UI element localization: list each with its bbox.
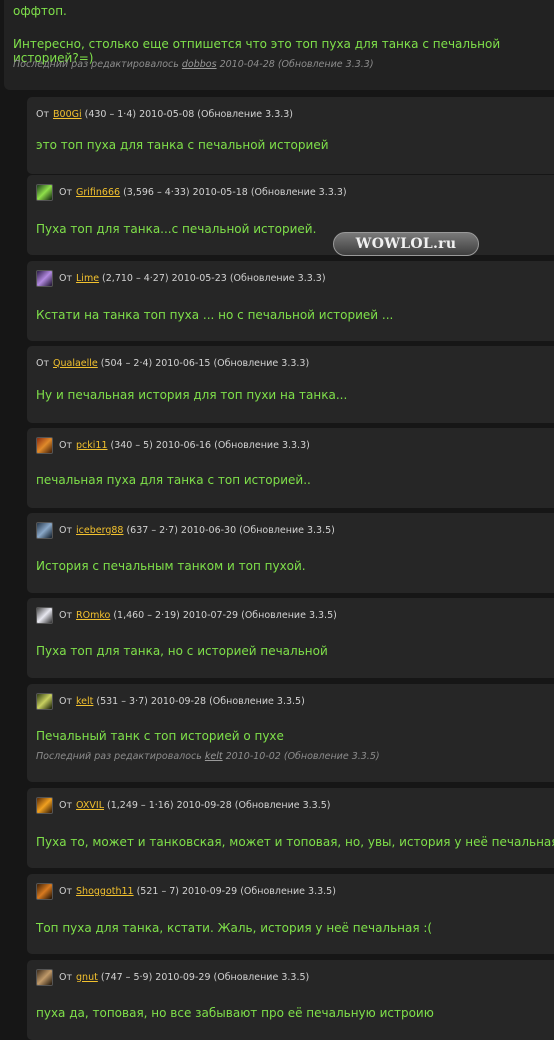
avatar-icon[interactable]: [36, 692, 53, 710]
username-link[interactable]: Qualaelle: [53, 358, 98, 369]
user-stats: (504 – 2·4): [100, 357, 153, 369]
reply-post: От Shoggoth11 (521 – 7) 2010-09-29 (Обно…: [27, 874, 554, 954]
post-header: От ROmko (1,460 – 2·19) 2010-07-29 (Обно…: [36, 604, 337, 626]
username-link[interactable]: Shoggoth11: [76, 886, 134, 897]
post-header: От pcki11 (340 – 5) 2010-06-16 (Обновлен…: [36, 434, 310, 456]
edit-note: Последний раз редактировалось kelt 2010-…: [36, 751, 380, 762]
post-text: Пуха топ для танка, но с историей печаль…: [36, 644, 328, 658]
avatar-icon[interactable]: [36, 183, 53, 201]
post-text: Топ пуха для танка, кстати. Жаль, истори…: [36, 921, 433, 935]
post-date: 2010-05-08 (Обновление 3.3.3): [139, 108, 294, 120]
post-date: 2010-05-18 (Обновление 3.3.3): [192, 186, 347, 198]
user-stats: (2,710 – 4·27): [102, 272, 169, 284]
watermark-logo: WOWLOL.ru: [333, 232, 479, 256]
username-link[interactable]: B00Gi: [53, 109, 82, 120]
from-label: От: [59, 439, 73, 451]
post-header: От kelt (531 – 3·7) 2010-09-28 (Обновлен…: [36, 690, 305, 712]
reply-post: От Lime (2,710 – 4·27) 2010-05-23 (Обнов…: [27, 261, 554, 341]
reply-post: От iceberg88 (637 – 2·7) 2010-06-30 (Обн…: [27, 513, 554, 593]
user-stats: (3,596 – 4·33): [123, 186, 190, 198]
user-stats: (747 – 5·9): [100, 971, 153, 983]
post-text: Печальный танк с топ историей о пухе: [36, 729, 284, 743]
user-stats: (521 – 7): [136, 885, 179, 897]
post-date: 2010-05-23 (Обновление 3.3.3): [171, 272, 326, 284]
post-text: это топ пуха для танка с печальной истор…: [36, 138, 329, 152]
post-date: 2010-07-29 (Обновление 3.3.5): [182, 609, 337, 621]
avatar-icon[interactable]: [36, 968, 53, 986]
reply-post: От ROmko (1,460 – 2·19) 2010-07-29 (Обно…: [27, 598, 554, 678]
post-date: 2010-09-29 (Обновление 3.3.5): [181, 885, 336, 897]
post-text: История с печальным танком и топ пухой.: [36, 559, 306, 573]
user-stats: (531 – 3·7): [96, 695, 148, 707]
from-label: От: [59, 609, 73, 621]
avatar-icon[interactable]: [36, 436, 53, 454]
post-header: От gnut (747 – 5·9) 2010-09-29 (Обновлен…: [36, 966, 309, 988]
from-label: От: [59, 272, 73, 284]
username-link[interactable]: Lime: [76, 273, 99, 284]
username-link[interactable]: kelt: [76, 696, 93, 707]
from-label: От: [59, 971, 73, 983]
post-header: От Lime (2,710 – 4·27) 2010-05-23 (Обнов…: [36, 267, 326, 289]
post-date: 2010-09-28 (Обновление 3.3.5): [150, 695, 305, 707]
post-text: Пуха то, может и танковская, может и топ…: [36, 835, 554, 849]
username-link[interactable]: pcki11: [76, 440, 107, 451]
post-date: 2010-06-30 (Обновление 3.3.5): [180, 524, 335, 536]
avatar-icon[interactable]: [36, 796, 53, 814]
top-post: оффтоп. Интересно, столько еще отпишется…: [4, 0, 554, 90]
reply-post: От kelt (531 – 3·7) 2010-09-28 (Обновлен…: [27, 684, 554, 782]
editor-link[interactable]: dobbos: [182, 59, 217, 70]
reply-post: От OXVIL (1,249 – 1·16) 2010-09-28 (Обно…: [27, 788, 554, 868]
from-label: От: [59, 186, 73, 198]
edit-note-date: 2010-10-02 (Обновление 3.3.5): [225, 751, 380, 762]
edit-note-prefix: Последний раз редактировалось: [36, 751, 202, 762]
post-header: От Grifin666 (3,596 – 4·33) 2010-05-18 (…: [36, 181, 347, 203]
from-label: От: [59, 695, 73, 707]
post-header: От Qualaelle (504 – 2·4) 2010-06-15 (Обн…: [36, 352, 309, 374]
username-link[interactable]: OXVIL: [76, 800, 104, 811]
from-label: От: [36, 357, 50, 369]
user-stats: (1,249 – 1·16): [107, 799, 174, 811]
user-stats: (340 – 5): [110, 439, 153, 451]
from-label: От: [36, 108, 50, 120]
username-link[interactable]: Grifin666: [76, 187, 120, 198]
user-stats: (430 – 1·4): [84, 108, 137, 120]
edit-note: Последний раз редактировалось dobbos 201…: [13, 59, 374, 70]
username-link[interactable]: iceberg88: [76, 525, 123, 536]
post-text: Кстати на танка топ пуха ... но с печаль…: [36, 308, 394, 322]
editor-link[interactable]: kelt: [205, 751, 223, 762]
post-text: пуха да, топовая, но все забывают про её…: [36, 1006, 434, 1020]
post-date: 2010-09-28 (Обновление 3.3.5): [176, 799, 331, 811]
post-header: От OXVIL (1,249 – 1·16) 2010-09-28 (Обно…: [36, 794, 331, 816]
from-label: От: [59, 524, 73, 536]
post-date: 2010-06-15 (Обновление 3.3.3): [155, 357, 310, 369]
post-header: От B00Gi (430 – 1·4) 2010-05-08 (Обновле…: [36, 103, 293, 125]
post-date: 2010-06-16 (Обновление 3.3.3): [155, 439, 310, 451]
avatar-icon[interactable]: [36, 521, 53, 539]
avatar-icon[interactable]: [36, 269, 53, 287]
username-link[interactable]: ROmko: [76, 610, 110, 621]
post-text: печальная пуха для танка с топ историей.…: [36, 473, 311, 487]
reply-post: От pcki11 (340 – 5) 2010-06-16 (Обновлен…: [27, 428, 554, 508]
edit-note-date: 2010-04-28 (Обновление 3.3.3): [219, 59, 374, 70]
from-label: От: [59, 799, 73, 811]
post-header: От iceberg88 (637 – 2·7) 2010-06-30 (Обн…: [36, 519, 335, 541]
user-stats: (637 – 2·7): [126, 524, 178, 536]
reply-post: От gnut (747 – 5·9) 2010-09-29 (Обновлен…: [27, 960, 554, 1040]
post-date: 2010-09-29 (Обновление 3.3.5): [155, 971, 310, 983]
from-label: От: [59, 885, 73, 897]
edit-note-prefix: Последний раз редактировалось: [13, 59, 179, 70]
post-text: Пуха топ для танка...с печальной историе…: [36, 222, 317, 236]
reply-post: От B00Gi (430 – 1·4) 2010-05-08 (Обновле…: [27, 97, 554, 174]
avatar-icon[interactable]: [36, 882, 53, 900]
post-text: Ну и печальная история для топ пухи на т…: [36, 388, 348, 402]
avatar-icon[interactable]: [36, 606, 53, 624]
user-stats: (1,460 – 2·19): [113, 609, 180, 621]
reply-post: От Qualaelle (504 – 2·4) 2010-06-15 (Обн…: [27, 346, 554, 423]
post-header: От Shoggoth11 (521 – 7) 2010-09-29 (Обно…: [36, 880, 336, 902]
username-link[interactable]: gnut: [76, 972, 98, 983]
watermark-text: WOWLOL.ru: [355, 236, 457, 252]
post-text: оффтоп.: [13, 4, 67, 18]
